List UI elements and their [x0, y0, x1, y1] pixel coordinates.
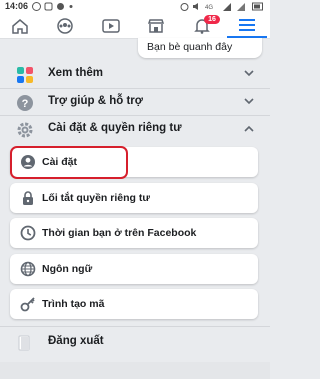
- question-icon: ?: [17, 95, 33, 111]
- section-label: Trợ giúp & hỗ trợ: [48, 95, 143, 107]
- shortcut-card-nearby-friends[interactable]: Bạn bè quanh đây: [138, 38, 262, 58]
- menu-item-privacy-shortcuts[interactable]: Lối tắt quyền riêng tư: [10, 183, 258, 213]
- nav-home[interactable]: [0, 14, 40, 38]
- chevron-down-icon: [244, 70, 254, 77]
- mute-icon: [193, 3, 198, 10]
- menu-item-time-on-facebook[interactable]: Thời gian bạn ở trên Facebook: [10, 218, 258, 248]
- lock-icon: [23, 191, 33, 205]
- menu-item-label: Thời gian bạn ở trên Facebook: [42, 227, 197, 239]
- menu-item-label: Trình tạo mã: [42, 298, 105, 310]
- globe-icon: [20, 261, 36, 277]
- section-help-support[interactable]: ? Trợ giúp & hỗ trợ: [0, 89, 270, 115]
- signal-icon-2: [237, 3, 245, 11]
- nav-menu[interactable]: [227, 14, 267, 38]
- marketplace-icon: [147, 19, 165, 33]
- notification-badge: 16: [204, 15, 220, 24]
- watch-icon: [102, 19, 120, 33]
- top-nav: 16: [0, 14, 270, 39]
- nav-marketplace[interactable]: [136, 14, 176, 38]
- chevron-down-icon: [244, 98, 254, 105]
- status-time: 14:06: [5, 1, 29, 11]
- section-label: Xem thêm: [48, 67, 103, 79]
- groups-icon: [57, 18, 73, 34]
- menu-item-label: Lối tắt quyền riêng tư: [42, 192, 150, 204]
- gear-icon: [17, 122, 33, 138]
- highlight-annotation: [10, 146, 128, 179]
- signal-icon: [223, 3, 231, 11]
- nav-notifications[interactable]: 16: [182, 14, 222, 38]
- logout-label: Đăng xuất: [48, 335, 104, 347]
- grid-icon: [17, 67, 33, 83]
- home-icon: [12, 19, 28, 34]
- menu-icon: [239, 19, 255, 31]
- door-icon: [18, 335, 30, 351]
- nav-watch[interactable]: [91, 14, 131, 38]
- section-see-more[interactable]: Xem thêm: [0, 61, 270, 87]
- alarm-icon: [180, 3, 189, 11]
- menu-item-language[interactable]: Ngôn ngữ: [10, 254, 258, 284]
- network-icon: [57, 3, 64, 10]
- menu-item-label: Ngôn ngữ: [42, 263, 93, 275]
- battery-icon: [252, 2, 263, 11]
- clock-icon: [20, 225, 36, 241]
- svg-text:4G: 4G: [205, 5, 213, 11]
- nav-groups[interactable]: [45, 14, 85, 38]
- section-settings-privacy[interactable]: Cài đặt & quyền riêng tư: [0, 116, 270, 142]
- logout-button[interactable]: Đăng xuất: [0, 330, 270, 356]
- chevron-up-icon: [244, 125, 254, 132]
- key-icon: [20, 297, 35, 312]
- divider: [0, 326, 270, 327]
- shortcut-label: Bạn bè quanh đây: [147, 41, 233, 53]
- signal-4g-icon: 4G: [205, 5, 213, 11]
- svg-text:?: ?: [22, 98, 29, 110]
- notification-icon: [44, 2, 53, 11]
- notification-dot-icon: [69, 5, 73, 8]
- messenger-icon: [32, 2, 41, 11]
- section-label: Cài đặt & quyền riêng tư: [48, 122, 182, 134]
- bottom-area: [0, 362, 270, 379]
- status-bar: 14:06 4G: [0, 0, 270, 14]
- menu-item-code-generator[interactable]: Trình tạo mã: [10, 289, 258, 319]
